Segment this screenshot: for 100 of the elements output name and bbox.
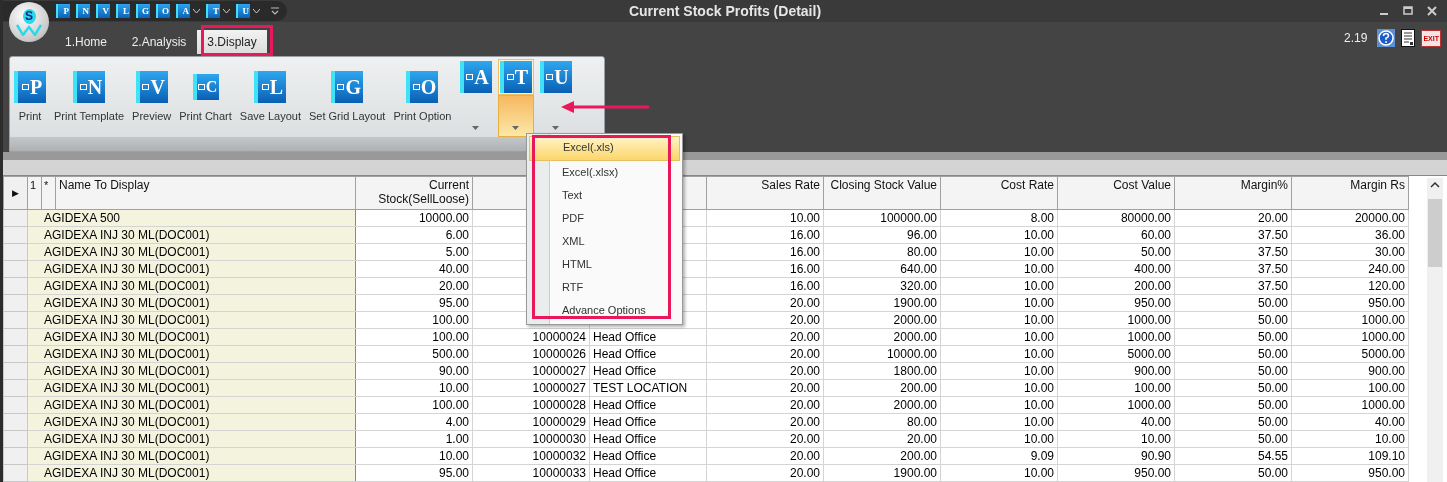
split-button[interactable]: U (537, 59, 574, 95)
table-cell: 200.00 (1134, 279, 1171, 293)
menu-item[interactable]: Excel(.xls) (529, 136, 680, 161)
table-cell: Head Office (593, 398, 657, 412)
table-cell: 37.50 (1257, 279, 1288, 293)
table-cell: 10.00 (1023, 296, 1054, 310)
window-title: Current Stock Profits (Detail) (627, 3, 823, 19)
column-header[interactable]: Closing Stock Value (823, 176, 941, 210)
table-cell: 60.00 (1140, 228, 1171, 242)
menu-item[interactable]: XML (529, 230, 680, 253)
table-cell: 16.00 (789, 279, 820, 293)
table-cell: 16.00 (789, 228, 820, 242)
table-cell: AGIDEXA INJ 30 ML(DOC001) (44, 245, 210, 259)
table-cell: 50.00 (1257, 432, 1288, 446)
toolbar-button[interactable]: N (75, 4, 91, 18)
caret-icon (472, 126, 479, 130)
table-cell: 95.00 (438, 296, 469, 310)
ribbon-button[interactable]: O Print Option (391, 61, 454, 122)
caret-icon[interactable] (253, 9, 260, 13)
table-cell: 1.00 (445, 432, 469, 446)
menu-item[interactable]: Excel(.xlsx) (529, 161, 680, 184)
column-header[interactable]: Name To Display (55, 176, 356, 210)
table-cell: 1000.00 (1361, 330, 1405, 344)
toolbar-button[interactable]: P (55, 4, 71, 18)
table-cell: 16.00 (789, 262, 820, 276)
row-marker: ▶ (3, 176, 28, 210)
table-cell: 80000.00 (1120, 211, 1171, 225)
menu-item[interactable]: Text (529, 184, 680, 207)
table-cell: 950.00 (1134, 466, 1171, 480)
ribbon-button[interactable]: C Print Chart (177, 61, 234, 122)
table-cell: 37.50 (1257, 245, 1288, 259)
table-cell: 950.00 (1368, 296, 1405, 310)
column-header[interactable]: Cost Value (1057, 176, 1175, 210)
menu-item[interactable]: Advance Options (529, 299, 680, 322)
customize-icon[interactable] (271, 7, 279, 15)
table-cell: 10.00 (1023, 398, 1054, 412)
table-cell: 100.00 (1134, 381, 1171, 395)
table-cell: 100.00 (432, 398, 469, 412)
table-cell: 1800.00 (893, 364, 937, 378)
table-cell: 10.00 (1023, 279, 1054, 293)
column-header[interactable]: Current Stock(SellLoose) (355, 176, 473, 210)
menu-item[interactable]: HTML (529, 253, 680, 276)
menu-item[interactable]: PDF (529, 207, 680, 230)
ribbon-tab[interactable]: 2.Analysis (124, 30, 194, 54)
caret-icon[interactable] (223, 9, 230, 13)
toolbar-button[interactable]: L (115, 4, 131, 18)
table-cell: Head Office (593, 347, 657, 361)
table-cell: 100.00 (1368, 381, 1405, 395)
table-cell: 96.00 (906, 228, 937, 242)
table-cell: 10.00 (1023, 347, 1054, 361)
column-header[interactable]: Margin Rs (1291, 176, 1409, 210)
scrollbar[interactable] (1427, 178, 1443, 482)
table-cell: 50.00 (1257, 330, 1288, 344)
table-cell: 50.00 (1140, 245, 1171, 259)
table-cell: 40.00 (438, 262, 469, 276)
table-cell: 10000.00 (886, 347, 937, 361)
table-cell: 10.00 (438, 449, 469, 463)
ribbon-button[interactable]: G Set Grid Layout (306, 61, 388, 122)
table-cell: 2000.00 (893, 398, 937, 412)
table-cell: 10.00 (1023, 466, 1054, 480)
table-cell: 36.00 (1374, 228, 1405, 242)
toolbar-button[interactable]: V (95, 4, 111, 18)
column-header[interactable]: Margin% (1174, 176, 1292, 210)
table-cell: 37.50 (1257, 228, 1288, 242)
table-cell: 20.00 (789, 381, 820, 395)
ribbon-button[interactable]: V Preview (130, 61, 174, 122)
table-cell: 50.00 (1257, 398, 1288, 412)
ribbon-button[interactable]: P Print (12, 61, 48, 122)
table-cell: 50.00 (1257, 296, 1288, 310)
split-button[interactable]: T (497, 59, 534, 95)
table-cell: 50.00 (1257, 364, 1288, 378)
ribbon-tab[interactable]: 3.Display (197, 30, 267, 54)
ribbon-button[interactable]: N Print Template (52, 61, 127, 122)
table-cell: 5.00 (445, 245, 469, 259)
table-cell: 100000.00 (880, 211, 937, 225)
table-cell: 10.00 (1023, 245, 1054, 259)
table-cell: 20.00 (438, 279, 469, 293)
toolbar-button[interactable]: G (135, 4, 151, 18)
table-cell: 500.00 (432, 347, 469, 361)
document-icon[interactable] (1401, 29, 1416, 47)
table-cell: 10.00 (1374, 432, 1405, 446)
table-cell: 1000.00 (1361, 398, 1405, 412)
caret-icon[interactable] (193, 9, 200, 13)
column-header[interactable]: Cost Rate (940, 176, 1058, 210)
close-icon[interactable] (1427, 6, 1437, 16)
maximize-icon[interactable] (1403, 6, 1413, 16)
table-cell: 50.00 (1257, 347, 1288, 361)
column-header[interactable]: Sales Rate (706, 176, 824, 210)
split-button[interactable]: A (457, 59, 494, 95)
table-cell: 40.00 (1374, 415, 1405, 429)
scrollbar-thumb[interactable] (1428, 199, 1442, 267)
table-cell: 20.00 (789, 330, 820, 344)
ribbon-tab[interactable]: 1.Home (51, 30, 121, 54)
help-icon[interactable] (1377, 29, 1396, 47)
ribbon-button[interactable]: L Save Layout (237, 61, 303, 122)
toolbar-button[interactable]: O (155, 4, 171, 18)
table-cell: 10000033 (532, 466, 586, 480)
caret-icon (512, 126, 519, 130)
menu-item[interactable]: RTF (529, 276, 680, 299)
table-cell: 1000.00 (1361, 313, 1405, 327)
